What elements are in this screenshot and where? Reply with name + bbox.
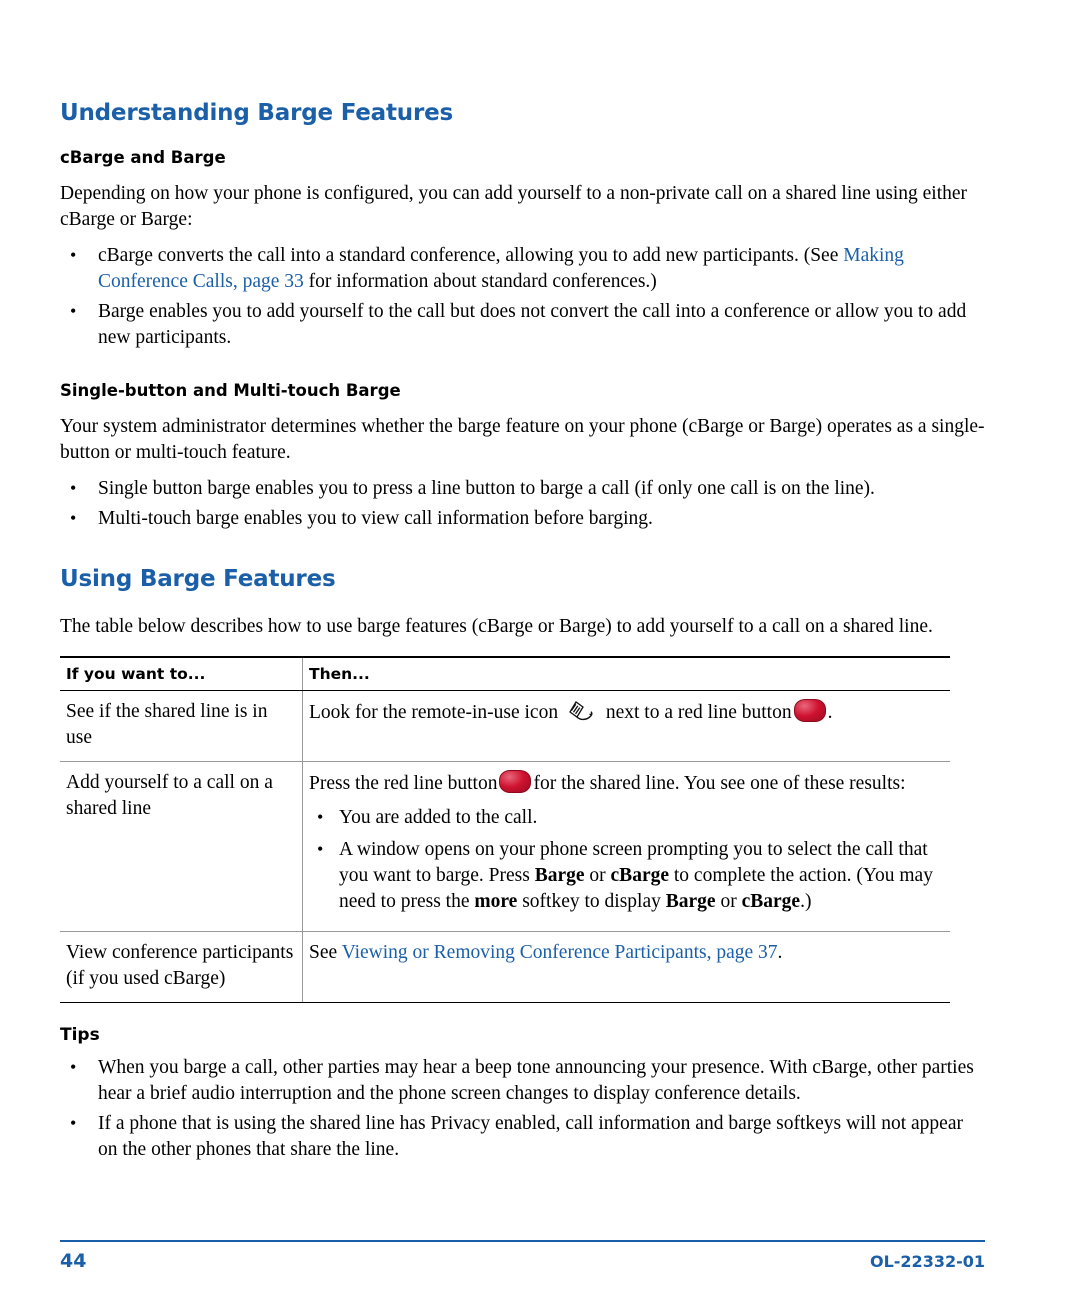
document-page: Understanding Barge Features cBarge and … [0,0,1080,1311]
table-row: See if the shared line is in use Look fo… [60,690,950,762]
then-text-pre: Look for the remote-in-use icon [309,702,559,723]
page-footer: 44 OL-22332-01 [60,1240,985,1272]
paragraph-single-multi-intro: Your system administrator determines whe… [60,416,985,463]
cell-want-to-3: View conference participants (if you use… [60,931,303,1003]
bullet-list-cbarge: cBarge converts the call into a standard… [60,242,985,351]
bullet-list-single-multi: Single button barge enables you to press… [60,475,985,532]
list-item: When you barge a call, other parties may… [60,1054,985,1107]
then-text-mid: for the shared line. You see one of thes… [533,773,906,794]
then-text-post: . [827,702,833,723]
page-content: Understanding Barge Features cBarge and … [60,100,985,1173]
cell-want-to-2: Add yourself to a call on a shared line [60,761,303,932]
list-item: cBarge converts the call into a standard… [60,242,985,295]
red-line-button-icon [499,770,532,793]
table-header-row: If you want to... Then... [60,656,950,691]
paragraph-cbarge-intro: Depending on how your phone is configure… [60,183,968,230]
page-number: 44 [60,1250,87,1272]
column-header-if-you-want-to: If you want to... [60,656,303,691]
then-text-post: . [777,942,783,963]
list-item: A window opens on your phone screen prom… [309,836,942,915]
table-row: Add yourself to a call on a shared line … [60,761,950,932]
barge-features-table: If you want to... Then... See if the sha… [60,656,950,1003]
page-title: Understanding Barge Features [60,100,453,126]
remote-in-use-icon [566,699,598,723]
cell-want-to-1: See if the shared line is in use [60,690,303,762]
list-item: Single button barge enables you to press… [60,475,985,502]
then-text-mid: next to a red line button [605,702,792,723]
subsection-single-button-multi-touch: Single-button and Multi-touch Barge [60,381,401,400]
list-item: Barge enables you to add yourself to the… [60,298,985,351]
cell-then-1: Look for the remote-in-use icon next to … [302,690,950,762]
list-item: You are added to the call. [309,804,942,831]
paragraph-table-intro: The table below describes how to use bar… [60,616,933,637]
document-id: OL-22332-01 [869,1252,985,1271]
bullet-list-tips: When you barge a call, other parties may… [60,1054,985,1163]
then-text-pre: Press the red line button [309,773,498,794]
bullet-text-post: for information about standard conferenc… [303,271,657,292]
then-text-pre: See [309,942,342,963]
cross-reference-link-conference-participants[interactable]: Viewing or Removing Conference Participa… [342,942,778,963]
bullet-text-pre: cBarge converts the call into a standard… [98,245,844,266]
tips-heading: Tips [60,1025,100,1045]
subsection-cbarge-and-barge: cBarge and Barge [60,148,226,167]
list-item: If a phone that is using the shared line… [60,1110,985,1163]
list-item: Multi-touch barge enables you to view ca… [60,505,985,532]
cell-then-3: See Viewing or Removing Conference Parti… [302,931,950,1003]
table-row: View conference participants (if you use… [60,931,950,1003]
column-header-then: Then... [302,656,950,691]
cell-then-2: Press the red line button for the shared … [302,761,950,932]
section-title-using-barge: Using Barge Features [60,566,336,592]
red-line-button-icon [793,699,826,722]
sub-bullet-list-results: You are added to the call. A window open… [309,804,942,915]
